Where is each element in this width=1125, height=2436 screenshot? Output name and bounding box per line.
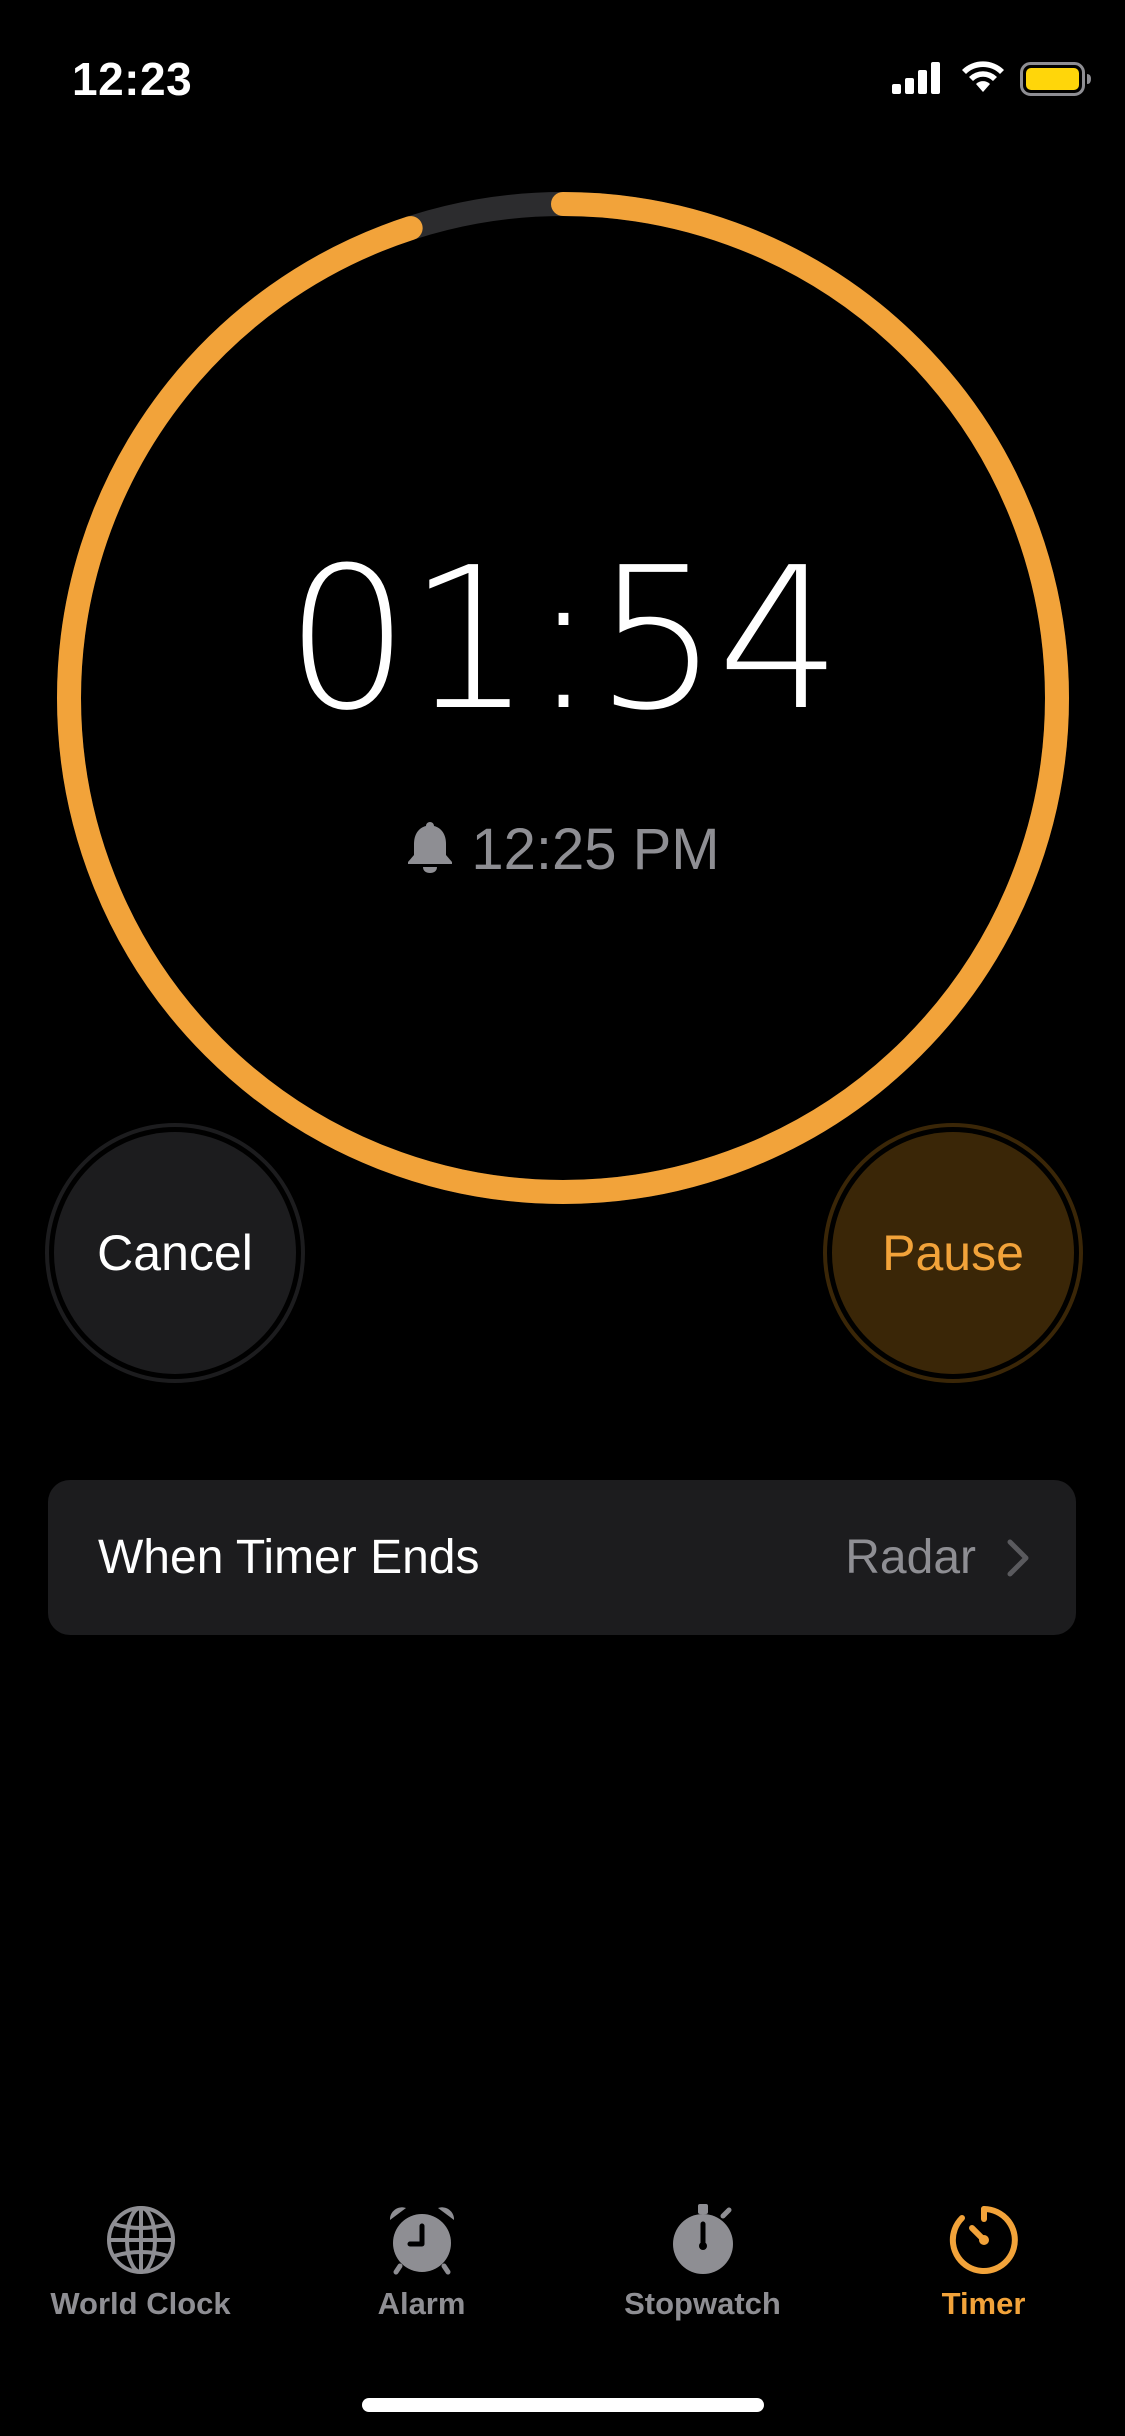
when-timer-ends-value: Radar <box>845 1531 976 1584</box>
cancel-button[interactable]: Cancel <box>45 1123 305 1383</box>
timer-end-time: 12:25 PM <box>0 815 1125 885</box>
alarm-clock-icon <box>389 2207 454 2275</box>
tab-alarm-label: Alarm <box>377 2286 466 2321</box>
wifi-icon <box>962 61 1004 92</box>
tab-world-clock-label: World Clock <box>50 2286 231 2321</box>
pause-button[interactable]: Pause <box>823 1123 1083 1383</box>
tab-stopwatch[interactable]: Stopwatch <box>562 2180 843 2340</box>
end-time-label: 12:25 PM <box>471 817 720 882</box>
battery-icon <box>1020 62 1091 96</box>
timer-remaining: 01:54 <box>285 526 842 754</box>
tab-world-clock[interactable]: World Clock <box>0 2180 281 2340</box>
tab-alarm[interactable]: Alarm <box>281 2180 562 2340</box>
status-bar: 12:23 <box>0 0 1125 150</box>
stopwatch-icon <box>672 2204 733 2274</box>
globe-icon <box>106 2206 175 2274</box>
pause-button-label: Pause <box>882 1225 1024 1281</box>
tab-stopwatch-label: Stopwatch <box>624 2286 781 2321</box>
tab-timer[interactable]: Timer <box>843 2180 1124 2340</box>
timer-icon <box>949 2206 1018 2274</box>
cellular-signal-icon <box>892 62 940 94</box>
status-time: 12:23 <box>72 53 193 105</box>
tab-bar: World Clock Alarm Stopwatch Timer <box>0 2180 1125 2340</box>
tab-timer-label: Timer <box>941 2286 1026 2321</box>
chevron-right-icon <box>1007 1539 1029 1577</box>
home-indicator[interactable] <box>362 2398 764 2412</box>
when-timer-ends-row[interactable]: When Timer Ends Radar <box>48 1480 1076 1635</box>
cancel-button-label: Cancel <box>97 1225 253 1281</box>
when-timer-ends-label: When Timer Ends <box>98 1531 480 1584</box>
bell-icon <box>408 822 453 873</box>
